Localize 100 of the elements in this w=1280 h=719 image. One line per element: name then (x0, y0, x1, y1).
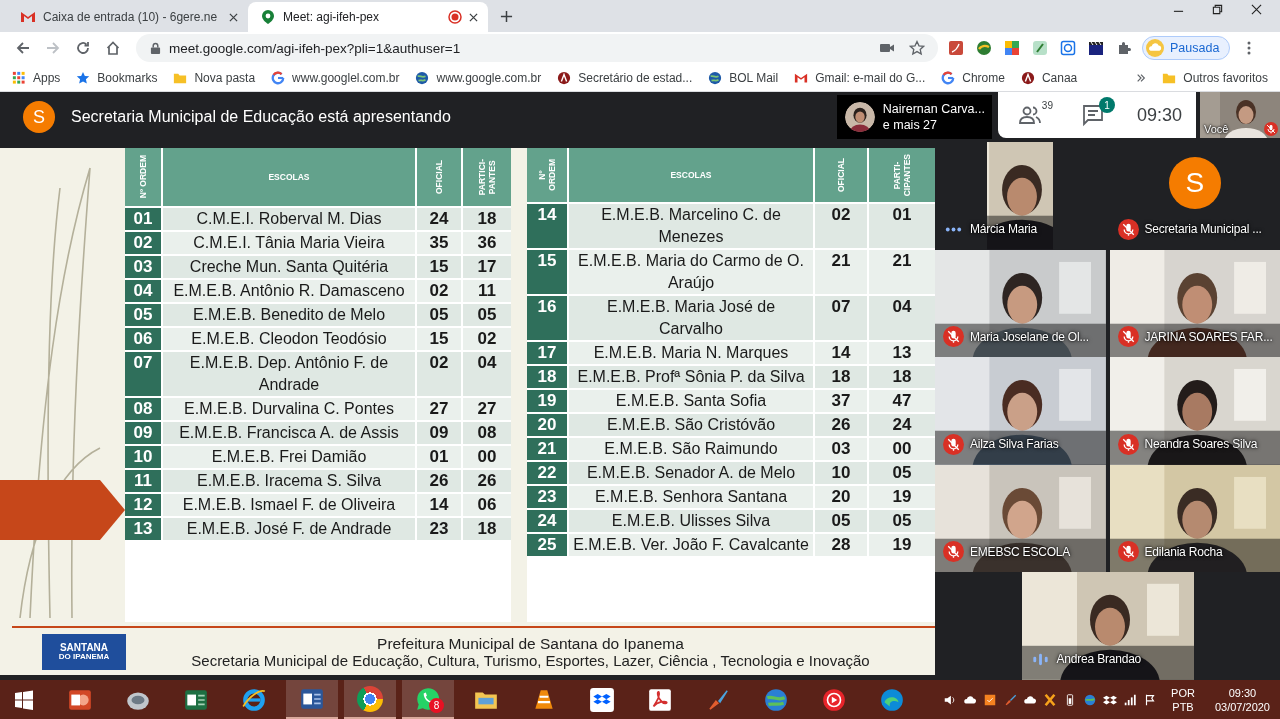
table-cell: 37 (815, 390, 867, 412)
school-name: E.M.E.B. Maria N. Marques (569, 342, 813, 364)
taskbar-app[interactable] (286, 680, 338, 719)
puzzle-icon[interactable] (1043, 692, 1058, 707)
address-bar[interactable]: meet.google.com/agi-ifeh-pex?pli=1&authuser=1 (136, 34, 938, 62)
taskbar-app[interactable] (344, 680, 396, 719)
table-cell: 36 (463, 232, 511, 254)
reload-icon[interactable] (75, 40, 91, 56)
participants-preview[interactable]: Nairernan Carva... e mais 27 (836, 95, 992, 139)
school-name: C.M.E.I. Tânia Maria Vieira (163, 232, 415, 254)
school-name: E.M.E.B. Frei Damião (163, 446, 415, 468)
school-name: E.M.E.B. José F. de Andrade (163, 518, 415, 540)
clapperboard-icon[interactable] (1088, 40, 1104, 56)
bookmark[interactable]: Apps (12, 70, 61, 85)
extension-icon[interactable] (948, 40, 964, 56)
table-cell: 02 (815, 204, 867, 248)
start-icon[interactable] (14, 689, 34, 710)
bookmark[interactable]: Nova pasta (173, 70, 256, 85)
bookmark[interactable]: www.google.com.br (415, 70, 542, 85)
new-tab-icon[interactable] (500, 10, 513, 23)
bookmark[interactable]: Gmail: e-mail do G... (794, 70, 926, 85)
school-name: E.M.E.B. Maria José de Carvalho (569, 296, 813, 340)
bookmark-label: Canaa (1041, 70, 1078, 85)
participant-name: Edilania Rocha (1144, 544, 1223, 559)
column-header: PARTI- CIPANTES (869, 148, 935, 202)
table-cell: 21 (815, 250, 867, 294)
input-language[interactable]: POR PTB (1171, 685, 1195, 714)
more-bookmarks-icon[interactable] (1136, 72, 1147, 83)
table-cell: 47 (869, 390, 935, 412)
row-number: 20 (527, 414, 567, 436)
seal-icon (1020, 70, 1035, 85)
play-icon (821, 686, 847, 713)
row-number: 12 (125, 494, 161, 516)
browser-tab[interactable]: Caixa de entrada (10) - 6gere.ne (8, 2, 248, 32)
brush-icon[interactable] (1003, 692, 1018, 707)
extension-icon[interactable] (1004, 40, 1020, 56)
close-icon[interactable] (229, 12, 238, 22)
close-icon[interactable] (1251, 3, 1262, 15)
globe-icon (708, 70, 723, 85)
footer-text: Prefeitura Municipal de Santana do Ipanema (377, 634, 684, 652)
bookmark[interactable]: Outros favoritos (1162, 70, 1268, 85)
school-name: E.M.E.B. Ulisses Silva (569, 510, 813, 532)
bookmark[interactable]: Canaa (1020, 70, 1078, 85)
bookmark[interactable]: Secretário de estad... (557, 70, 693, 85)
extension-icon[interactable] (976, 40, 992, 56)
table-cell: 05 (417, 304, 461, 326)
bookmark[interactable]: BOL Mail (708, 70, 779, 85)
row-number: 25 (527, 534, 567, 556)
extension-icon[interactable] (1060, 40, 1076, 56)
bookmark-label: Gmail: e-mail do G... (815, 70, 926, 85)
taskbar-clock[interactable]: 09:30 03/07/2020 (1214, 685, 1270, 714)
bookmark-label: Bookmarks (97, 70, 158, 85)
globe-icon[interactable] (1083, 692, 1098, 707)
profile-button[interactable]: Pausada (1142, 36, 1231, 60)
taskbar-app[interactable]: 8 (402, 680, 454, 719)
row-number: 02 (125, 232, 161, 254)
row-number: 03 (125, 256, 161, 278)
table-cell: 04 (869, 296, 935, 340)
bookmark[interactable]: Bookmarks (76, 70, 158, 85)
participant-name: JARINA SOARES FAR... (1144, 329, 1273, 344)
close-icon[interactable] (469, 12, 478, 22)
signal-icon[interactable] (1123, 692, 1138, 707)
column-header: ESCOLAS (569, 148, 813, 202)
table-cell: 14 (815, 342, 867, 364)
table-cell: 04 (463, 352, 511, 396)
table-cell: 23 (417, 518, 461, 540)
table-cell: 26 (417, 470, 461, 492)
restore-icon[interactable] (1212, 3, 1223, 15)
bookmark[interactable]: www.googlel.com.br (271, 70, 400, 85)
back-icon[interactable] (15, 40, 31, 56)
seal-icon (557, 70, 572, 85)
participant-name: Nairernan Carva... (882, 101, 985, 117)
table-cell: 02 (463, 328, 511, 350)
school-name: E.M.E.B. Senador A. de Melo (569, 462, 813, 484)
row-number: 05 (125, 304, 161, 326)
notification-badge: 8 (429, 698, 444, 713)
table-cell: 13 (869, 342, 935, 364)
participant-name: Secretaria Municipal ... (1144, 222, 1262, 237)
browser-tab[interactable]: Meet: agi-ifeh-pex (248, 2, 488, 32)
column-header: OFICIAL (815, 148, 867, 202)
school-name: E.M.E.B. São Cristóvão (569, 414, 813, 436)
school-name: E.M.E.B. Marcelino C. de Menezes (569, 204, 813, 248)
bookmark-label: www.google.com.br (436, 70, 542, 85)
star-icon (76, 70, 91, 85)
flag-icon[interactable] (1143, 692, 1158, 707)
participant-name: Andrea Brandao (1056, 652, 1142, 667)
browser-e-icon (241, 686, 267, 713)
bookmark-label: BOL Mail (729, 70, 779, 85)
row-number: 16 (527, 296, 567, 340)
row-number: 13 (125, 518, 161, 540)
star-icon[interactable] (909, 40, 925, 56)
people-button[interactable]: 39 (1017, 103, 1053, 127)
bookmark[interactable]: Chrome (941, 70, 1005, 85)
multicolor-ring-icon (941, 70, 956, 85)
shield-icon[interactable] (983, 692, 998, 707)
home-icon[interactable] (105, 40, 121, 56)
extension-icon[interactable] (1032, 40, 1048, 56)
school-name: E.M.E.B. Ismael F. de Oliveira (163, 494, 415, 516)
chat-button[interactable] (1080, 103, 1105, 127)
puzzle-icon[interactable] (1116, 40, 1132, 56)
